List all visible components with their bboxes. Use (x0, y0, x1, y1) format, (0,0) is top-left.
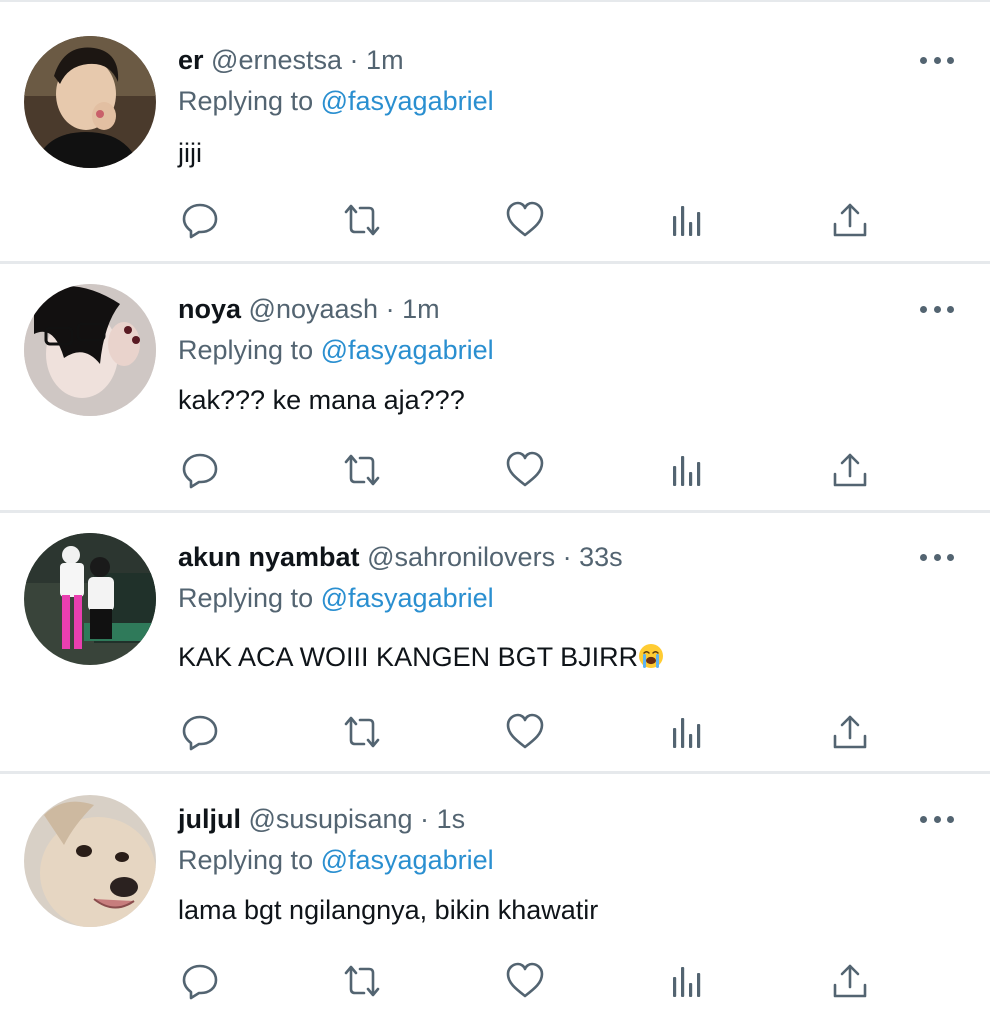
views-chart-icon[interactable] (666, 198, 710, 242)
display-name[interactable]: noya (178, 294, 241, 324)
action-bar (0, 959, 990, 1003)
timestamp[interactable]: 1m (366, 45, 404, 75)
display-name[interactable]: akun nyambat (178, 542, 360, 572)
views-chart-icon[interactable] (666, 959, 710, 1003)
heart-icon[interactable] (503, 448, 547, 492)
replying-to-line: Replying to @fasyagabriel (178, 334, 494, 366)
more-horizontal-icon[interactable] (920, 303, 954, 315)
retweet-icon[interactable] (340, 710, 384, 754)
avatar[interactable] (24, 795, 156, 927)
tweet-header: akun nyambat @sahronilovers · 33s (178, 541, 623, 573)
replying-to-handle[interactable]: @fasyagabriel (321, 845, 494, 875)
action-bar (0, 710, 990, 754)
avatar[interactable] (24, 284, 156, 416)
tweet-text: KAK ACA WOIII KANGEN BGT BJIRR (178, 641, 664, 673)
reply-tweet[interactable]: er @ernestsa · 1m Replying to @fasyagabr… (0, 2, 990, 264)
tweet-text: kak??? ke mana aja??? (178, 385, 465, 415)
timestamp[interactable]: 1m (402, 294, 440, 324)
replying-to-line: Replying to @fasyagabriel (178, 844, 494, 876)
display-name[interactable]: er (178, 45, 204, 75)
reply-bubble-icon[interactable] (178, 198, 222, 242)
replying-to-label: Replying to (178, 845, 314, 875)
reply-bubble-icon[interactable] (178, 710, 222, 754)
user-handle[interactable]: @sahronilovers (367, 542, 555, 572)
views-chart-icon[interactable] (666, 710, 710, 754)
more-horizontal-icon[interactable] (920, 551, 954, 563)
more-horizontal-icon[interactable] (920, 54, 954, 66)
loudly-crying-face-emoji (639, 644, 664, 668)
avatar[interactable] (24, 36, 156, 168)
replying-to-line: Replying to @fasyagabriel (178, 582, 494, 614)
reply-bubble-icon[interactable] (178, 959, 222, 1003)
reply-tweet[interactable]: juljul @susupisang · 1s Replying to @fas… (0, 774, 990, 1024)
tweet-header: noya @noyaash · 1m (178, 293, 440, 325)
tweet-text-content: KAK ACA WOIII KANGEN BGT BJIRR (178, 642, 639, 672)
retweet-icon[interactable] (340, 959, 384, 1003)
action-bar (0, 198, 990, 242)
tweet-text: jiji (178, 138, 202, 168)
user-handle[interactable]: @noyaash (249, 294, 379, 324)
share-upload-icon[interactable] (828, 710, 872, 754)
heart-icon[interactable] (503, 198, 547, 242)
replying-to-label: Replying to (178, 335, 314, 365)
retweet-icon[interactable] (340, 448, 384, 492)
tweet-text: lama bgt ngilangnya, bikin khawatir (178, 895, 599, 925)
avatar[interactable] (24, 533, 156, 665)
replying-to-label: Replying to (178, 583, 314, 613)
share-upload-icon[interactable] (828, 198, 872, 242)
heart-icon[interactable] (503, 959, 547, 1003)
separator-dot: · (562, 542, 572, 572)
share-upload-icon[interactable] (828, 959, 872, 1003)
reply-tweet[interactable]: noya @noyaash · 1m Replying to @fasyagab… (0, 264, 990, 513)
reply-bubble-icon[interactable] (178, 448, 222, 492)
user-handle[interactable]: @ernestsa (211, 45, 342, 75)
share-upload-icon[interactable] (828, 448, 872, 492)
views-chart-icon[interactable] (666, 448, 710, 492)
retweet-icon[interactable] (340, 198, 384, 242)
separator-dot: · (349, 45, 359, 75)
replying-to-handle[interactable]: @fasyagabriel (321, 86, 494, 116)
timestamp[interactable]: 33s (579, 542, 623, 572)
tweet-header: er @ernestsa · 1m (178, 44, 404, 76)
replying-to-label: Replying to (178, 86, 314, 116)
timestamp[interactable]: 1s (437, 804, 466, 834)
replying-to-line: Replying to @fasyagabriel (178, 85, 494, 117)
replying-to-handle[interactable]: @fasyagabriel (321, 583, 494, 613)
separator-dot: · (385, 294, 395, 324)
reply-tweet[interactable]: akun nyambat @sahronilovers · 33s Replyi… (0, 513, 990, 774)
action-bar (0, 448, 990, 492)
tweet-header: juljul @susupisang · 1s (178, 803, 465, 835)
separator-dot: · (420, 804, 430, 834)
display-name[interactable]: juljul (178, 804, 241, 834)
heart-icon[interactable] (503, 710, 547, 754)
user-handle[interactable]: @susupisang (249, 804, 413, 834)
more-horizontal-icon[interactable] (920, 813, 954, 825)
replying-to-handle[interactable]: @fasyagabriel (321, 335, 494, 365)
